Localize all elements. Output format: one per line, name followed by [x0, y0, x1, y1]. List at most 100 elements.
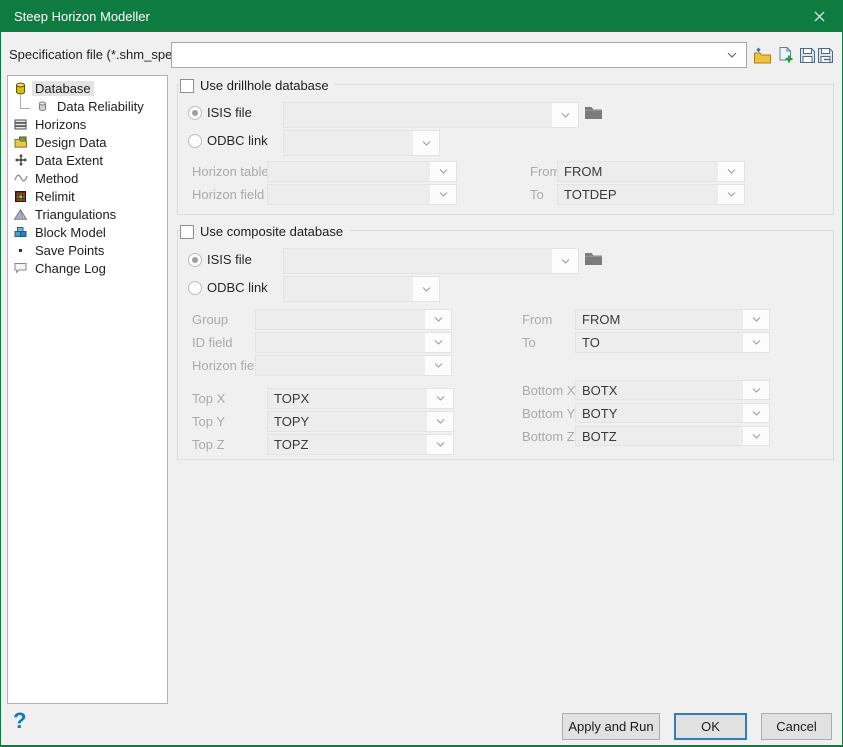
composite-horizon-field-label: Horizon field: [192, 355, 264, 376]
chevron-down-icon: [551, 103, 578, 127]
chevron-down-icon: [426, 389, 453, 408]
help-button[interactable]: ?: [13, 708, 26, 734]
bottom-z-combo[interactable]: BOTZ: [575, 426, 770, 446]
composite-to-combo[interactable]: TO: [575, 332, 770, 353]
use-drillhole-label: Use drillhole database: [200, 78, 329, 93]
id-field-label: ID field: [192, 332, 232, 353]
data-extent-icon: [13, 154, 28, 166]
chevron-down-icon: [742, 310, 769, 329]
folder-icon: [584, 105, 603, 120]
window-title: Steep Horizon Modeller: [14, 9, 150, 24]
composite-isis-combo[interactable]: [283, 248, 579, 274]
composite-odbc-radio[interactable]: [188, 281, 202, 295]
folder-open-icon: [753, 47, 772, 64]
chevron-down-icon: [426, 412, 453, 431]
bottom-x-label: Bottom X: [522, 380, 575, 401]
drillhole-odbc-combo[interactable]: [283, 130, 440, 156]
horizon-field-combo[interactable]: [267, 184, 457, 205]
save-icon: [799, 47, 816, 64]
composite-to-label: To: [522, 332, 536, 353]
drillhole-caption: Use drillhole database: [180, 76, 335, 95]
chevron-down-icon: [742, 404, 769, 422]
composite-caption: Use composite database: [180, 222, 349, 241]
tree-item-data-reliability[interactable]: Data Reliability: [8, 97, 167, 115]
chevron-down-icon: [424, 356, 451, 375]
composite-odbc-label: ODBC link: [207, 280, 268, 296]
composite-isis-radio[interactable]: [188, 253, 202, 267]
tree-item-data-extent[interactable]: Data Extent: [8, 151, 167, 169]
tree-item-horizons[interactable]: Horizons: [8, 115, 167, 133]
save-spec-as-button[interactable]: [815, 45, 836, 65]
chevron-down-icon: [412, 277, 439, 301]
design-data-icon: [13, 136, 28, 148]
database-icon: [13, 82, 28, 95]
drillhole-from-combo[interactable]: FROM: [557, 161, 745, 182]
block-model-icon: [13, 226, 28, 238]
data-reliability-icon: [35, 101, 50, 112]
change-log-icon: [13, 262, 28, 274]
titlebar: Steep Horizon Modeller: [1, 1, 842, 32]
bottom-x-combo[interactable]: BOTX: [575, 380, 770, 400]
use-drillhole-checkbox[interactable]: [180, 79, 194, 93]
use-composite-checkbox[interactable]: [180, 225, 194, 239]
tree-item-relimit[interactable]: Relimit: [8, 187, 167, 205]
top-z-label: Top Z: [192, 434, 225, 455]
spec-file-label: Specification file (*.shm_spec): [9, 42, 183, 68]
top-y-combo[interactable]: TOPY: [267, 411, 454, 432]
top-z-combo[interactable]: TOPZ: [267, 434, 454, 455]
chevron-down-icon: [424, 333, 451, 352]
composite-isis-label: ISIS file: [207, 252, 252, 268]
composite-from-combo[interactable]: FROM: [575, 309, 770, 330]
drillhole-to-label: To: [530, 184, 544, 205]
tree-item-design-data[interactable]: Design Data: [8, 133, 167, 151]
tree-item-database[interactable]: Database: [8, 79, 167, 97]
composite-browse-button[interactable]: [584, 251, 603, 266]
chevron-down-icon: [717, 162, 744, 181]
chevron-down-icon: [424, 310, 451, 329]
group-combo[interactable]: [255, 309, 452, 330]
cancel-button[interactable]: Cancel: [761, 713, 832, 740]
tree-item-triangulations[interactable]: Triangulations: [8, 205, 167, 223]
drillhole-isis-radio[interactable]: [188, 106, 202, 120]
save-points-icon: [13, 248, 28, 253]
bottom-y-combo[interactable]: BOTY: [575, 403, 770, 423]
drillhole-isis-label: ISIS file: [207, 105, 252, 121]
top-y-label: Top Y: [192, 411, 225, 432]
chevron-down-icon: [727, 52, 737, 58]
tree-connector: [20, 95, 30, 109]
close-button[interactable]: [797, 1, 842, 32]
id-field-combo[interactable]: [255, 332, 452, 353]
chevron-down-icon: [551, 249, 578, 273]
drillhole-isis-combo[interactable]: [283, 102, 579, 128]
steep-horizon-modeller-dialog: Steep Horizon Modeller Specification fil…: [0, 0, 843, 747]
horizon-table-label: Horizon table: [192, 161, 269, 182]
ok-button[interactable]: OK: [674, 713, 747, 740]
new-file-icon: [777, 46, 794, 64]
bottom-y-label: Bottom Y: [522, 403, 575, 424]
chevron-down-icon: [412, 131, 439, 155]
composite-horizon-field-combo[interactable]: [255, 355, 452, 376]
tree-item-method[interactable]: Method: [8, 169, 167, 187]
horizon-table-combo[interactable]: [267, 161, 457, 182]
spec-file-combo[interactable]: [171, 42, 747, 68]
drillhole-odbc-radio[interactable]: [188, 134, 202, 148]
chevron-down-icon: [717, 185, 744, 204]
top-x-combo[interactable]: TOPX: [267, 388, 454, 409]
tree-item-save-points[interactable]: Save Points: [8, 241, 167, 259]
chevron-down-icon: [742, 333, 769, 352]
tree-item-change-log[interactable]: Change Log: [8, 259, 167, 277]
composite-group: Use composite database ISIS file ODBC li…: [177, 230, 834, 460]
apply-and-run-button[interactable]: Apply and Run: [562, 713, 660, 740]
method-icon: [13, 173, 28, 183]
new-spec-button[interactable]: [775, 45, 796, 65]
chevron-down-icon: [742, 381, 769, 399]
chevron-down-icon: [742, 427, 769, 445]
relimit-icon: [13, 191, 28, 202]
drillhole-to-combo[interactable]: TOTDEP: [557, 184, 745, 205]
bottom-z-label: Bottom Z: [522, 426, 575, 447]
tree-item-block-model[interactable]: Block Model: [8, 223, 167, 241]
open-spec-button[interactable]: [752, 45, 773, 65]
group-label: Group: [192, 309, 228, 330]
drillhole-browse-button[interactable]: [584, 105, 603, 120]
composite-odbc-combo[interactable]: [283, 276, 440, 302]
